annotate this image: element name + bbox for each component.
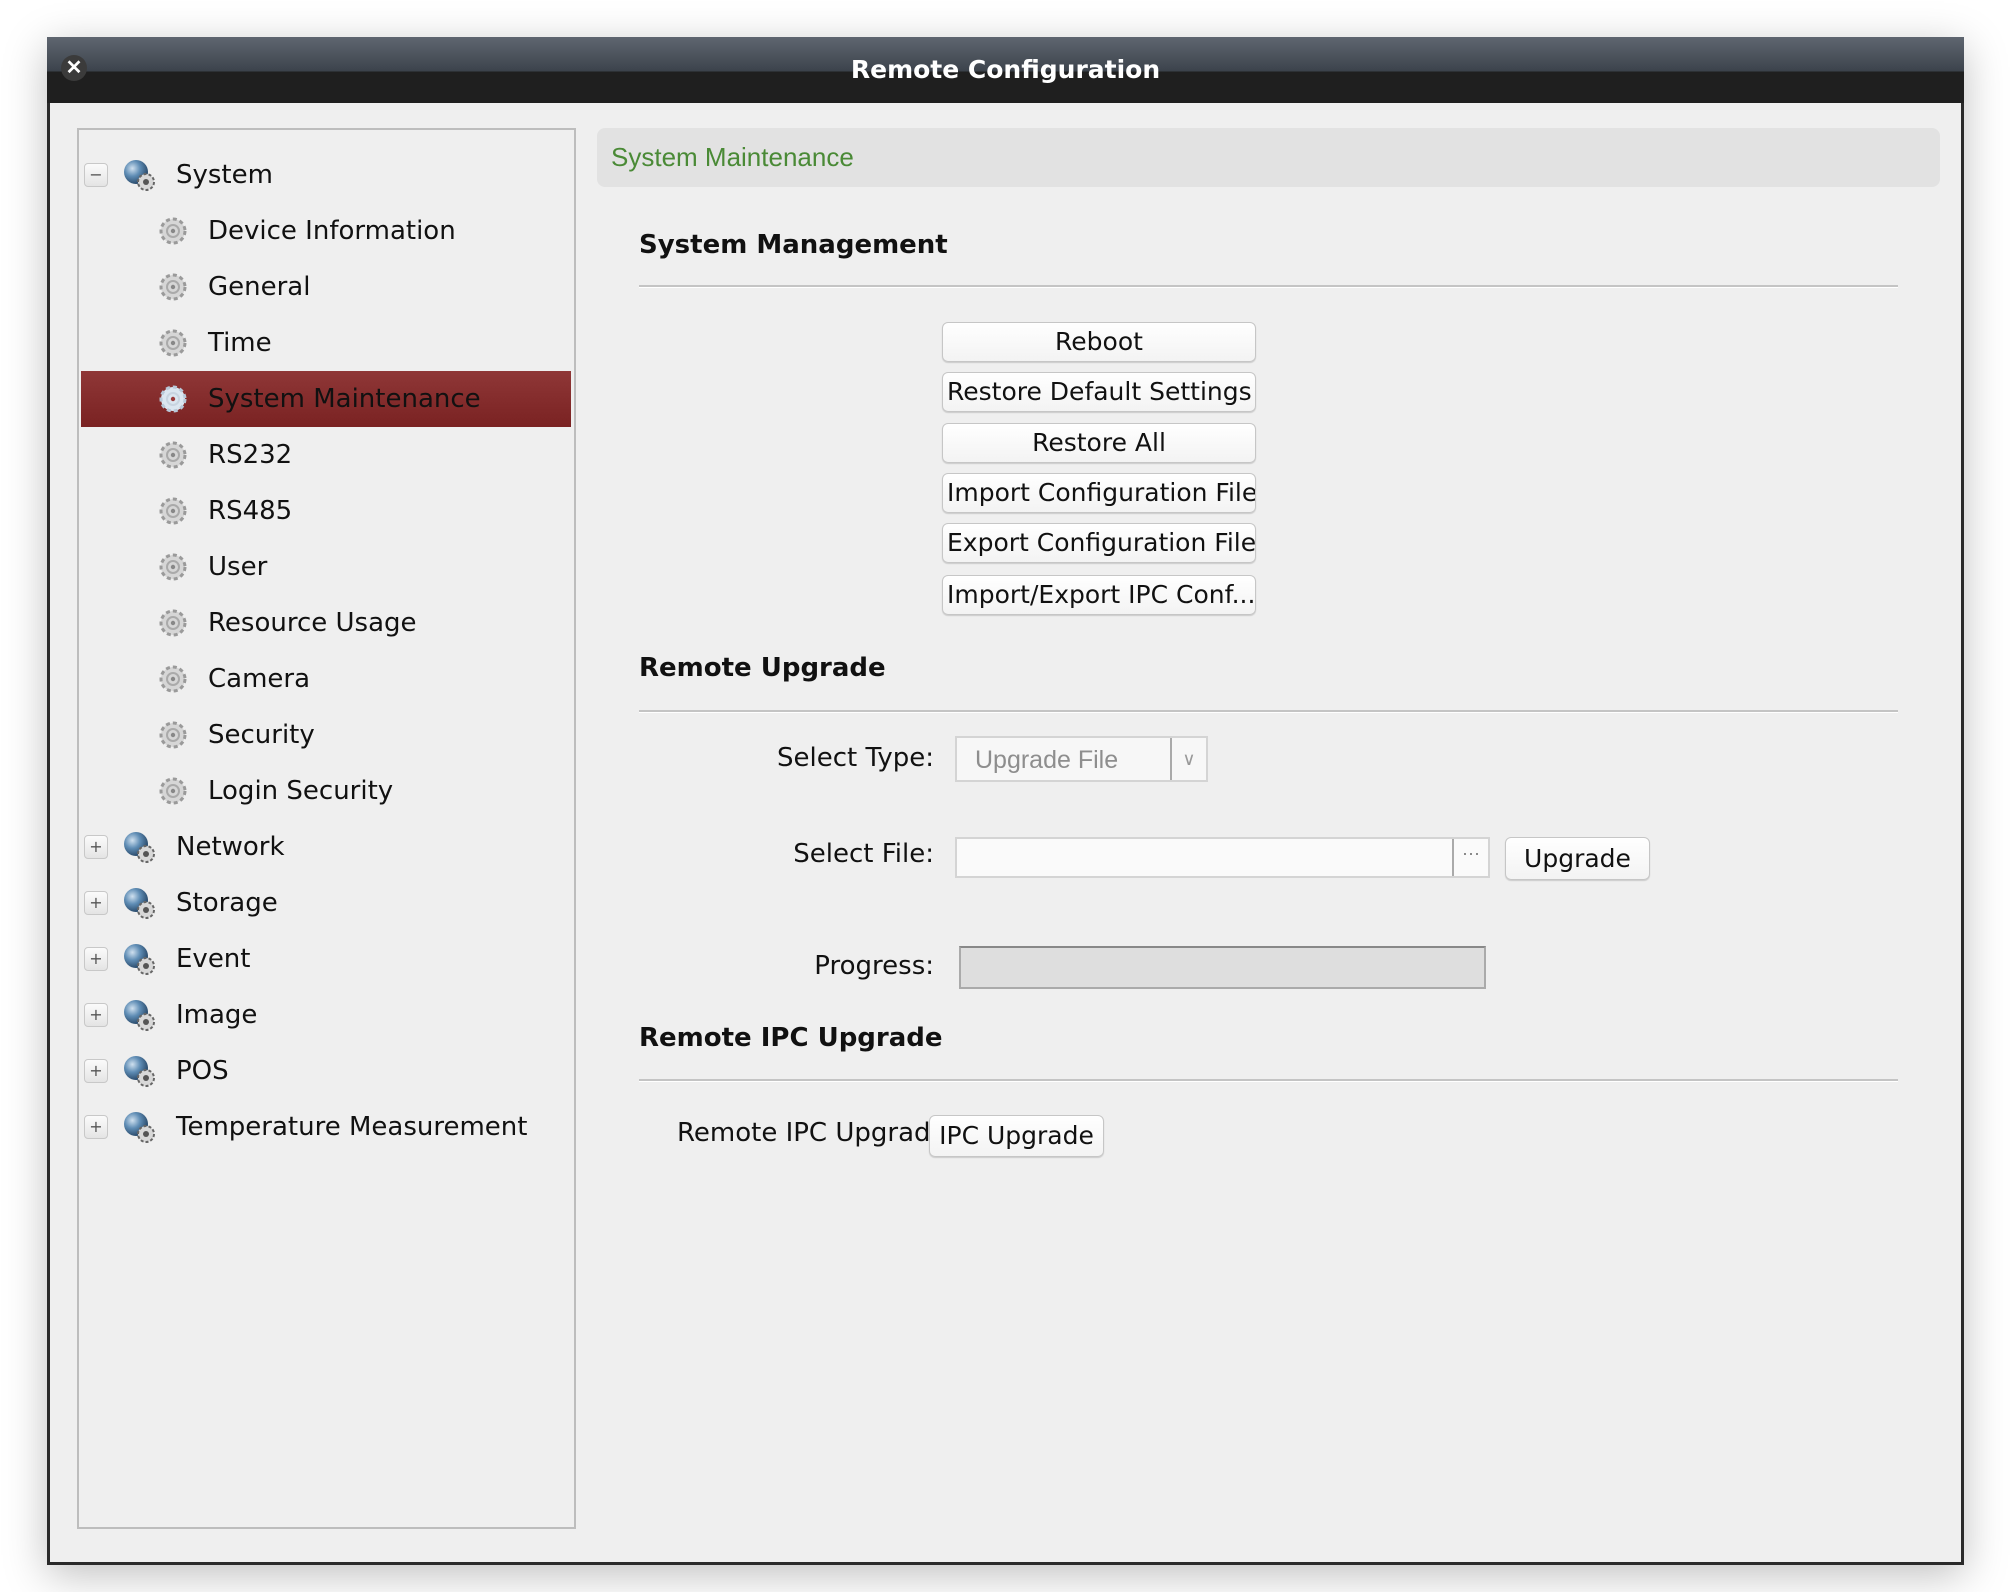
tree-item-label: Security: [208, 720, 315, 750]
ipc-upgrade-button[interactable]: IPC Upgrade: [929, 1115, 1104, 1157]
page-title: System Maintenance: [611, 142, 854, 172]
reboot-button[interactable]: Reboot: [942, 322, 1256, 362]
tree-item-label: Device Information: [208, 216, 456, 246]
globe-gear-icon: [122, 830, 156, 864]
restore-default-settings-button[interactable]: Restore Default Settings: [942, 372, 1256, 412]
select-file-label: Select File:: [793, 839, 934, 869]
upgrade-button[interactable]: Upgrade: [1505, 837, 1650, 880]
globe-gear-icon: [122, 942, 156, 976]
tree-item-label: Event: [176, 944, 251, 974]
tree-item-label: Image: [176, 1000, 258, 1030]
tree-item-label: Time: [208, 328, 272, 358]
remote-configuration-window: ✕ Remote Configuration − System Device Inf…: [47, 37, 1964, 1565]
globe-gear-icon: [122, 1054, 156, 1088]
gear-icon: [158, 216, 188, 246]
tree-item-device-information[interactable]: Device Information: [79, 203, 571, 259]
tree-item-resource-usage[interactable]: Resource Usage: [79, 595, 571, 651]
expand-icon[interactable]: +: [84, 1115, 108, 1139]
tree-item-temperature-measurement[interactable]: + Temperature Measurement: [79, 1099, 571, 1155]
tree-item-label: System Maintenance: [208, 384, 481, 414]
expand-icon[interactable]: +: [84, 947, 108, 971]
tree-item-label: RS232: [208, 440, 293, 470]
collapse-icon[interactable]: −: [84, 163, 108, 187]
export-configuration-file-button[interactable]: Export Configuration File: [942, 523, 1256, 563]
import-export-ipc-config-button[interactable]: Import/Export IPC Conf...: [942, 575, 1256, 615]
select-type-dropdown[interactable]: Upgrade File ∨: [955, 736, 1208, 782]
upgrade-progress-bar: [959, 946, 1486, 989]
tree-item-rs232[interactable]: RS232: [79, 427, 571, 483]
gear-icon: [158, 776, 188, 806]
globe-gear-icon: [122, 158, 156, 192]
tree-item-label: Login Security: [208, 776, 394, 806]
gear-icon: [158, 552, 188, 582]
browse-ellipsis-icon[interactable]: ···: [1452, 839, 1488, 876]
tree-item-storage[interactable]: + Storage: [79, 875, 571, 931]
tree-item-image[interactable]: + Image: [79, 987, 571, 1043]
tree-item-network[interactable]: + Network: [79, 819, 571, 875]
restore-all-button[interactable]: Restore All: [942, 423, 1256, 463]
tree-item-rs485[interactable]: RS485: [79, 483, 571, 539]
tree-item-login-security[interactable]: Login Security: [79, 763, 571, 819]
window-title: Remote Configuration: [850, 55, 1161, 84]
gear-icon: [158, 440, 188, 470]
chevron-down-icon[interactable]: ∨: [1170, 738, 1206, 780]
section-title-remote-upgrade: Remote Upgrade: [639, 653, 886, 683]
section-title-system-management: System Management: [639, 230, 948, 260]
gear-icon: [158, 272, 188, 302]
tree-item-event[interactable]: + Event: [79, 931, 571, 987]
tree-item-system[interactable]: − System: [79, 147, 571, 203]
select-type-value: Upgrade File: [975, 746, 1119, 774]
tree-item-label: Storage: [176, 888, 278, 918]
globe-gear-icon: [122, 1110, 156, 1144]
tree-item-pos[interactable]: + POS: [79, 1043, 571, 1099]
config-tree: − System Device Information General Time Syst…: [77, 128, 576, 1529]
tree-item-general[interactable]: General: [79, 259, 571, 315]
tree-item-label: Resource Usage: [208, 608, 417, 638]
tree-item-security[interactable]: Security: [79, 707, 571, 763]
expand-icon[interactable]: +: [84, 891, 108, 915]
tree-item-time[interactable]: Time: [79, 315, 571, 371]
tree-item-user[interactable]: User: [79, 539, 571, 595]
section-divider: [639, 710, 1898, 713]
progress-label: Progress:: [814, 951, 934, 981]
section-divider: [639, 1079, 1898, 1082]
tree-item-label: RS485: [208, 496, 293, 526]
globe-gear-icon: [122, 998, 156, 1032]
select-type-label: Select Type:: [777, 743, 934, 773]
gear-icon: [158, 608, 188, 638]
gear-icon: [158, 328, 188, 358]
section-title-remote-ipc-upgrade: Remote IPC Upgrade: [639, 1023, 943, 1053]
globe-gear-icon: [122, 886, 156, 920]
section-divider: [639, 285, 1898, 288]
expand-icon[interactable]: +: [84, 835, 108, 859]
expand-icon[interactable]: +: [84, 1059, 108, 1083]
gear-icon: [158, 496, 188, 526]
import-configuration-file-button[interactable]: Import Configuration File: [942, 473, 1256, 513]
gear-icon: [158, 384, 188, 414]
page-header: System Maintenance: [597, 128, 1940, 187]
tree-item-label: POS: [176, 1056, 229, 1086]
tree-item-label: System: [176, 160, 273, 190]
tree-item-camera[interactable]: Camera: [79, 651, 571, 707]
tree-item-label: Network: [176, 832, 285, 862]
select-file-input[interactable]: ···: [955, 837, 1490, 878]
tree-item-system-maintenance[interactable]: System Maintenance: [81, 371, 571, 427]
tree-item-label: Temperature Measurement: [176, 1112, 528, 1142]
tree-item-label: Camera: [208, 664, 311, 694]
tree-item-label: User: [208, 552, 268, 582]
tree-item-label: General: [208, 272, 311, 302]
remote-ipc-upgrade-label: Remote IPC Upgrade: [677, 1118, 947, 1148]
title-bar[interactable]: ✕ Remote Configuration: [47, 37, 1964, 103]
gear-icon: [158, 664, 188, 694]
gear-icon: [158, 720, 188, 750]
expand-icon[interactable]: +: [84, 1003, 108, 1027]
